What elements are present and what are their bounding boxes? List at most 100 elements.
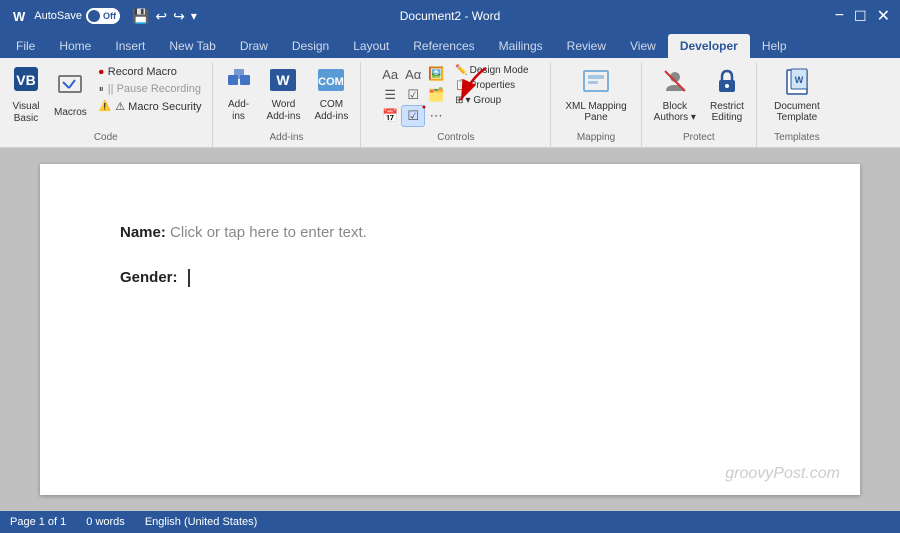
com-addins-icon: COM xyxy=(317,67,345,96)
properties-button[interactable]: 📋 Properties xyxy=(451,79,532,92)
ctrl-icon-active[interactable]: ☑ ● xyxy=(402,106,424,126)
protect-group-content: BlockAuthors ▾ RestrictEditing xyxy=(648,64,750,130)
svg-text:COM: COM xyxy=(319,76,345,88)
addins-button[interactable]: Add-ins xyxy=(219,64,259,126)
autosave-label: AutoSave xyxy=(34,10,82,22)
block-authors-button[interactable]: BlockAuthors ▾ xyxy=(648,64,702,126)
tab-layout[interactable]: Layout xyxy=(341,34,401,58)
ribbon-tabs: File Home Insert New Tab Draw Design Lay… xyxy=(0,32,900,58)
ribbon-group-controls: Aa Aα 🖼️ ☰ ☑ 🗂️ 📅 ☑ ● ⋯ ✏️ Design Mode xyxy=(361,62,551,147)
name-label: Name: xyxy=(120,224,166,241)
tab-review[interactable]: Review xyxy=(555,34,618,58)
name-placeholder[interactable]: Click or tap here to enter text. xyxy=(170,224,367,241)
xml-mapping-icon xyxy=(582,67,610,98)
templates-group-label: Templates xyxy=(763,130,831,145)
toggle-state-label: Off xyxy=(103,9,116,23)
tab-mailings[interactable]: Mailings xyxy=(487,34,555,58)
minimize-icon[interactable]: − xyxy=(835,7,844,25)
tab-references[interactable]: References xyxy=(401,34,486,58)
customize-icon[interactable]: ▾ xyxy=(191,9,197,23)
ctrl-icon-date[interactable]: 📅 xyxy=(379,106,401,126)
controls-group-label: Controls xyxy=(367,130,544,145)
save-icon[interactable]: 💾 xyxy=(132,8,149,25)
macros-label: Macros xyxy=(54,107,87,119)
ctrl-icon-more[interactable]: ⋯ xyxy=(425,106,447,126)
group-button[interactable]: ⊞ ▾ Group xyxy=(451,94,532,107)
macros-icon xyxy=(57,72,83,104)
word-addins-button[interactable]: W WordAdd-ins xyxy=(261,64,307,126)
xml-mapping-pane-button[interactable]: XML MappingPane xyxy=(557,64,634,126)
tab-insert[interactable]: Insert xyxy=(103,34,157,58)
restore-icon[interactable]: ☐ xyxy=(854,8,867,25)
addins-icon xyxy=(226,67,252,96)
ctrl-icon-combo[interactable]: ☰ xyxy=(379,85,401,105)
com-addins-button[interactable]: COM COMAdd-ins xyxy=(308,64,354,126)
redo-icon[interactable]: ↪ xyxy=(173,8,185,25)
block-authors-label: BlockAuthors ▾ xyxy=(654,101,696,123)
tab-draw[interactable]: Draw xyxy=(228,34,280,58)
mapping-group-label: Mapping xyxy=(557,130,634,145)
name-field: Name: Click or tap here to enter text. xyxy=(120,224,780,241)
record-macro-button[interactable]: ⏺ Record Macro xyxy=(95,64,206,80)
protect-group-label: Protect xyxy=(648,130,750,145)
macros-button[interactable]: Macros xyxy=(48,64,93,126)
svg-text:VB: VB xyxy=(16,72,35,88)
ribbon-group-addins: Add-ins W WordAdd-ins COM xyxy=(213,62,362,147)
xml-mapping-label: XML MappingPane xyxy=(565,101,626,123)
document-wrapper: Name: Click or tap here to enter text. G… xyxy=(0,148,900,511)
tab-home[interactable]: Home xyxy=(47,34,103,58)
design-mode-label: Design Mode xyxy=(470,65,529,76)
ctrl-icon-1[interactable]: Aa xyxy=(379,64,401,84)
document-template-icon: W xyxy=(783,67,811,98)
gender-cursor[interactable] xyxy=(184,269,190,287)
visual-basic-icon: VB xyxy=(12,65,40,98)
code-group-content: VB VisualBasic Macros ⏺ Record Macro ⏸ xyxy=(6,64,206,130)
com-addins-label: COMAdd-ins xyxy=(314,99,348,123)
addins-group-label: Add-ins xyxy=(219,130,355,145)
tab-file[interactable]: File xyxy=(4,34,47,58)
ctrl-icon-img2[interactable]: 🗂️ xyxy=(425,85,447,105)
svg-text:W: W xyxy=(277,72,291,88)
status-language: English (United States) xyxy=(145,516,258,528)
status-bar: Page 1 of 1 0 words English (United Stat… xyxy=(0,511,900,533)
tab-view[interactable]: View xyxy=(618,34,668,58)
macro-security-button[interactable]: ⚠️ ⚠ Macro Security xyxy=(95,98,206,115)
ribbon-group-protect: BlockAuthors ▾ RestrictEditing Protect xyxy=(642,62,757,147)
addins-label: Add-ins xyxy=(228,99,249,123)
word-addins-label: WordAdd-ins xyxy=(267,99,301,123)
document-template-label: DocumentTemplate xyxy=(774,101,820,123)
design-mode-button[interactable]: ✏️ Design Mode xyxy=(451,64,532,77)
groovy-post-text: groovyPost.com xyxy=(725,465,840,482)
macro-security-label: ⚠ Macro Security xyxy=(115,100,201,113)
document-page[interactable]: Name: Click or tap here to enter text. G… xyxy=(40,164,860,495)
templates-group-content: W DocumentTemplate xyxy=(766,64,828,130)
ctrl-icon-img[interactable]: 🖼️ xyxy=(425,64,447,84)
title-bar-left: W AutoSave Off 💾 ↩ ↪ ▾ xyxy=(10,8,197,25)
autosave-toggle[interactable]: Off xyxy=(86,8,120,24)
tab-design[interactable]: Design xyxy=(280,34,341,58)
gender-field: Gender: xyxy=(120,269,780,287)
restrict-editing-button[interactable]: RestrictEditing xyxy=(704,64,750,126)
pause-recording-icon: ⏸ xyxy=(99,84,104,95)
word-logo-icon: W xyxy=(10,8,28,25)
undo-icon[interactable]: ↩ xyxy=(155,8,167,25)
ctrl-icon-chk[interactable]: ☑ xyxy=(402,85,424,105)
addins-group-content: Add-ins W WordAdd-ins COM xyxy=(219,64,355,130)
close-icon[interactable]: ✕ xyxy=(877,6,890,26)
ribbon-group-code: VB VisualBasic Macros ⏺ Record Macro ⏸ xyxy=(0,62,213,147)
record-macro-icon: ⏺ xyxy=(99,67,104,78)
document-template-button[interactable]: W DocumentTemplate xyxy=(766,64,828,126)
autosave-control[interactable]: AutoSave Off xyxy=(34,8,120,24)
ctrl-icon-2[interactable]: Aα xyxy=(402,64,424,84)
tab-newtab[interactable]: New Tab xyxy=(157,34,227,58)
pause-recording-button[interactable]: ⏸ || Pause Recording xyxy=(95,81,206,97)
window-title: Document2 - Word xyxy=(400,9,500,23)
properties-icon: 📋 xyxy=(455,80,467,91)
title-bar: W AutoSave Off 💾 ↩ ↪ ▾ Document2 - Word … xyxy=(0,0,900,32)
macro-security-icon: ⚠️ xyxy=(99,101,111,112)
group-label: ▾ Group xyxy=(466,95,502,106)
tab-help[interactable]: Help xyxy=(750,34,799,58)
visual-basic-button[interactable]: VB VisualBasic xyxy=(6,64,46,126)
design-mode-icon: ✏️ xyxy=(455,65,467,76)
tab-developer[interactable]: Developer xyxy=(668,34,750,58)
